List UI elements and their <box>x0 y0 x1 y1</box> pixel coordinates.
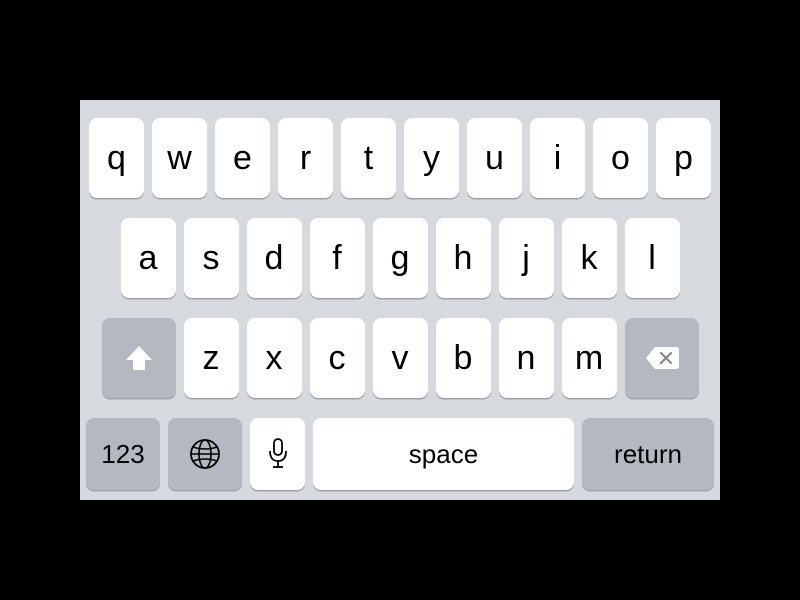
shift-icon <box>124 344 154 372</box>
keyboard-row-3: z x c v b n m <box>86 318 714 398</box>
key-v[interactable]: v <box>373 318 428 398</box>
key-q[interactable]: q <box>89 118 144 198</box>
key-f[interactable]: f <box>310 218 365 298</box>
key-u[interactable]: u <box>467 118 522 198</box>
key-z[interactable]: z <box>184 318 239 398</box>
key-m[interactable]: m <box>562 318 617 398</box>
key-s[interactable]: s <box>184 218 239 298</box>
key-a[interactable]: a <box>121 218 176 298</box>
key-o[interactable]: o <box>593 118 648 198</box>
globe-key[interactable] <box>168 418 242 490</box>
key-y[interactable]: y <box>404 118 459 198</box>
key-k[interactable]: k <box>562 218 617 298</box>
dictation-key[interactable] <box>250 418 305 490</box>
keyboard-row-1: q w e r t y u i o p <box>86 118 714 198</box>
key-e[interactable]: e <box>215 118 270 198</box>
ios-keyboard: q w e r t y u i o p a s d f g h j k l z … <box>80 100 720 500</box>
key-w[interactable]: w <box>152 118 207 198</box>
key-p[interactable]: p <box>656 118 711 198</box>
key-j[interactable]: j <box>499 218 554 298</box>
key-n[interactable]: n <box>499 318 554 398</box>
key-r[interactable]: r <box>278 118 333 198</box>
numbers-key[interactable]: 123 <box>86 418 160 490</box>
key-b[interactable]: b <box>436 318 491 398</box>
key-l[interactable]: l <box>625 218 680 298</box>
key-c[interactable]: c <box>310 318 365 398</box>
keyboard-row-4: 123 space return <box>86 418 714 490</box>
space-key[interactable]: space <box>313 418 574 490</box>
keyboard-row-2: a s d f g h j k l <box>86 218 714 298</box>
key-d[interactable]: d <box>247 218 302 298</box>
key-h[interactable]: h <box>436 218 491 298</box>
shift-key[interactable] <box>102 318 176 398</box>
key-x[interactable]: x <box>247 318 302 398</box>
globe-icon <box>188 437 222 471</box>
return-key[interactable]: return <box>582 418 714 490</box>
key-g[interactable]: g <box>373 218 428 298</box>
backspace-key[interactable] <box>625 318 699 398</box>
backspace-icon <box>644 345 680 371</box>
microphone-icon <box>267 437 289 471</box>
key-i[interactable]: i <box>530 118 585 198</box>
key-t[interactable]: t <box>341 118 396 198</box>
